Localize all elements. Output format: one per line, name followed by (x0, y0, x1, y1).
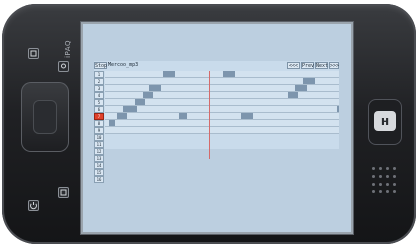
brand-label: iPAQ (64, 40, 72, 58)
row-number[interactable]: 11 (94, 141, 104, 148)
speaker-grille (372, 167, 400, 195)
note-block[interactable] (135, 99, 145, 105)
row-number[interactable]: 5 (94, 99, 104, 106)
track-row[interactable] (105, 85, 339, 92)
pda-device: iPAQ ʜ Stop Mercoo_mp3 <<< Prev Next >>>… (2, 4, 416, 244)
calendar-icon (30, 50, 37, 57)
note-block[interactable] (179, 113, 187, 119)
hp-logo-icon: ʜ (374, 111, 396, 131)
track-row[interactable] (105, 113, 339, 120)
row-number[interactable]: 13 (94, 155, 104, 162)
row-number-active[interactable]: 7 (94, 113, 104, 120)
row-number[interactable]: 3 (94, 85, 104, 92)
inbox-icon (60, 189, 67, 196)
row-number[interactable]: 10 (94, 134, 104, 141)
sequencer-toolbar: Stop Mercoo_mp3 <<< Prev Next >>> (94, 61, 339, 71)
note-block[interactable] (123, 106, 137, 112)
row-number[interactable]: 9 (94, 127, 104, 134)
note-block[interactable] (223, 71, 235, 77)
right-controls: ʜ (362, 59, 412, 199)
note-block[interactable] (241, 113, 253, 119)
track-row[interactable] (105, 99, 339, 106)
filename-label: Mercoo_mp3 (108, 62, 139, 68)
device-screen: Stop Mercoo_mp3 <<< Prev Next >>> 1 2 3 … (83, 24, 351, 232)
prev-button[interactable]: Prev (301, 62, 314, 69)
note-block[interactable] (117, 113, 127, 119)
power-icon (30, 202, 37, 210)
next-button[interactable]: Next (315, 62, 328, 69)
note-block[interactable] (303, 78, 315, 84)
note-block[interactable] (143, 92, 153, 98)
note-block[interactable] (295, 85, 307, 91)
navigation-center[interactable] (33, 100, 57, 134)
navigation-pad[interactable] (21, 82, 69, 152)
row-number[interactable]: 4 (94, 92, 104, 99)
track-row[interactable] (105, 106, 339, 113)
calendar-button[interactable] (28, 48, 39, 59)
track-row[interactable] (105, 120, 339, 127)
row-number[interactable]: 6 (94, 106, 104, 113)
track-row[interactable] (105, 92, 339, 99)
rewind-button[interactable]: <<< (287, 62, 300, 69)
track-row[interactable] (105, 78, 339, 85)
row-number[interactable]: 1 (94, 71, 104, 78)
row-number[interactable]: 16 (94, 176, 104, 183)
row-number[interactable]: 2 (94, 78, 104, 85)
row-number[interactable]: 12 (94, 148, 104, 155)
note-block[interactable] (149, 85, 161, 91)
stop-button[interactable]: Stop (94, 62, 107, 69)
contacts-icon (61, 63, 66, 69)
forward-button[interactable]: >>> (329, 62, 339, 69)
power-button[interactable] (28, 200, 39, 211)
note-block[interactable] (288, 92, 298, 98)
playhead-line[interactable] (209, 71, 210, 159)
row-number[interactable]: 8 (94, 120, 104, 127)
note-block[interactable] (109, 120, 115, 126)
note-block[interactable] (337, 106, 339, 112)
track-row[interactable] (105, 71, 339, 78)
row-number[interactable]: 14 (94, 162, 104, 169)
contacts-button[interactable] (58, 61, 69, 72)
row-number[interactable]: 15 (94, 169, 104, 176)
track-row[interactable] (105, 127, 339, 134)
inbox-button[interactable] (58, 187, 69, 198)
note-block[interactable] (163, 71, 175, 77)
